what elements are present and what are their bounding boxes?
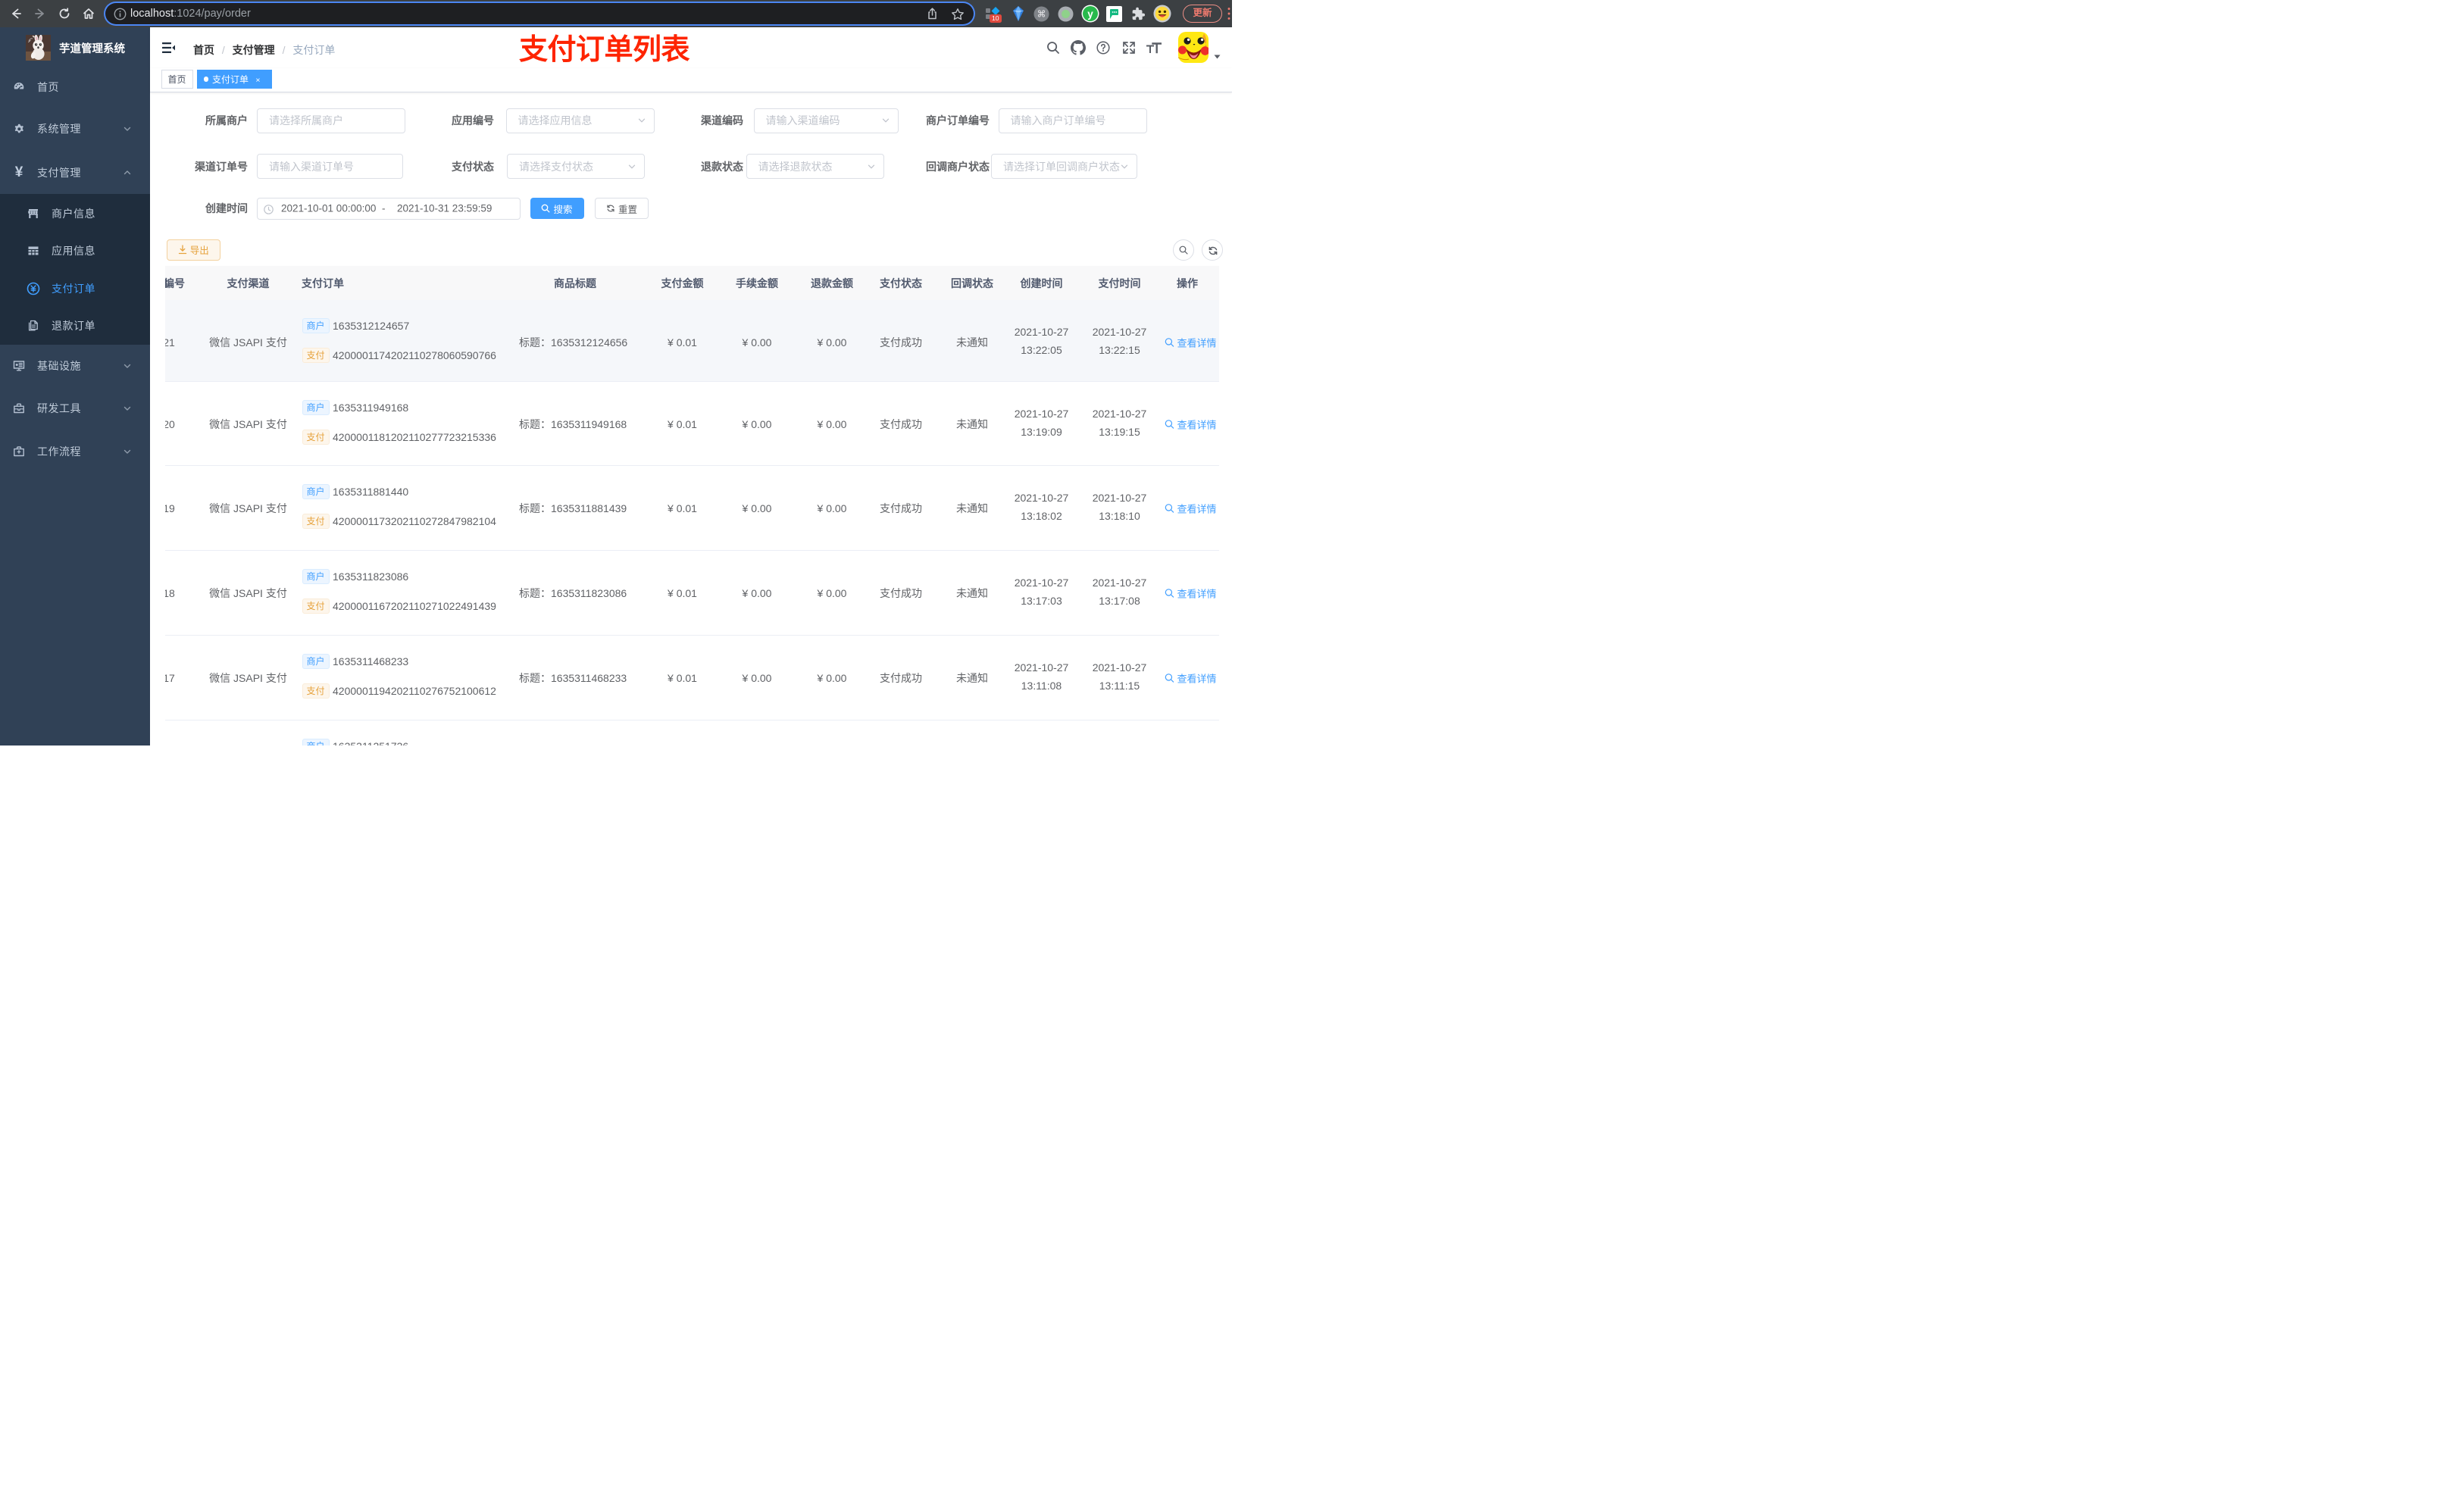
svg-text:⌘: ⌘ [1037,9,1046,20]
svg-text:y: y [1087,8,1093,20]
